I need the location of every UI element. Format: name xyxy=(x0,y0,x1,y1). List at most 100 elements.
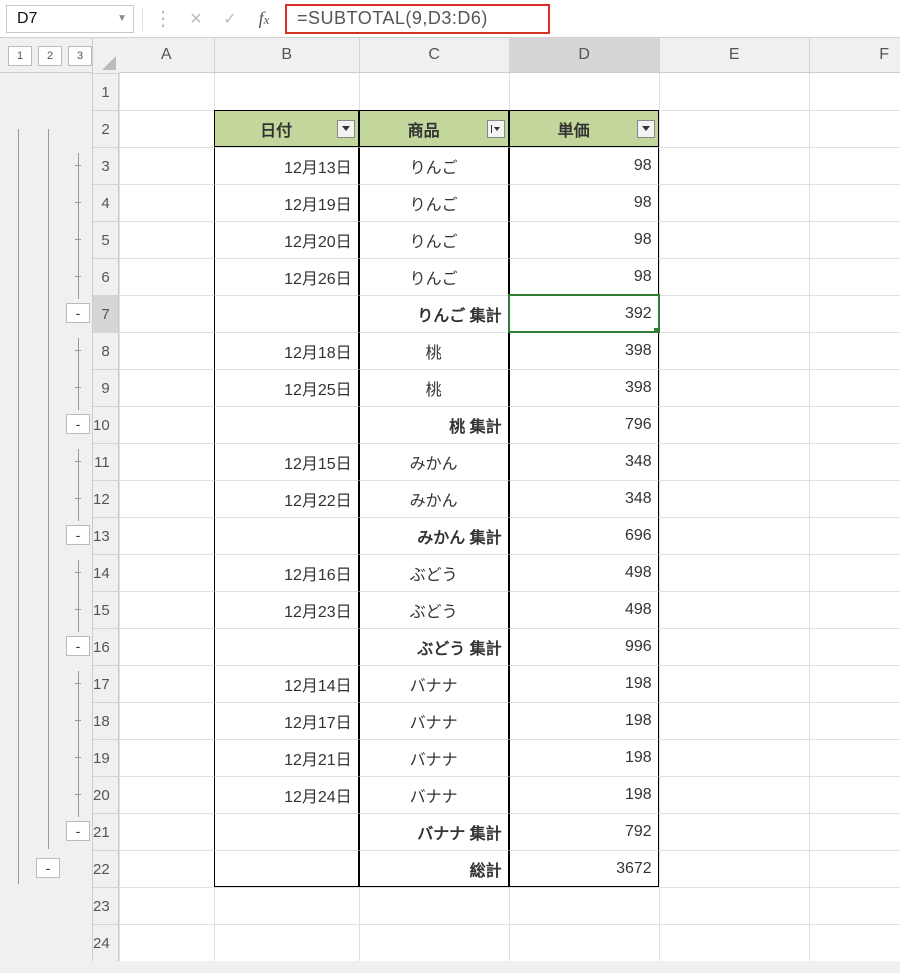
cell-price[interactable]: 198 xyxy=(509,665,659,702)
cell[interactable] xyxy=(659,443,809,480)
cell-product[interactable]: ぶどう 集計 xyxy=(359,628,509,665)
cell[interactable] xyxy=(809,628,900,665)
fx-icon[interactable]: fx xyxy=(251,8,277,29)
cancel-icon[interactable]: ✕ xyxy=(183,9,209,29)
outline-collapse-button[interactable]: - xyxy=(66,303,90,323)
cell-date[interactable]: 12月21日 xyxy=(214,739,359,776)
cell[interactable] xyxy=(809,591,900,628)
row-header[interactable]: 10 xyxy=(93,406,119,443)
cell-date[interactable]: 12月14日 xyxy=(214,665,359,702)
row-header[interactable]: 13 xyxy=(93,517,119,554)
cell[interactable] xyxy=(119,665,214,702)
cell[interactable] xyxy=(119,850,214,887)
cell[interactable] xyxy=(119,332,214,369)
cell[interactable] xyxy=(119,739,214,776)
cell[interactable] xyxy=(659,776,809,813)
cell[interactable] xyxy=(659,665,809,702)
cell-price[interactable]: 98 xyxy=(509,147,659,184)
cell-price[interactable]: 348 xyxy=(509,480,659,517)
row-header[interactable]: 9 xyxy=(93,369,119,406)
cell[interactable] xyxy=(214,73,359,110)
outline-collapse-button[interactable]: - xyxy=(66,636,90,656)
row-header[interactable]: 24 xyxy=(93,924,119,961)
outline-level-3[interactable]: 3 xyxy=(68,46,92,66)
cell[interactable] xyxy=(119,221,214,258)
cell[interactable] xyxy=(119,184,214,221)
cell[interactable] xyxy=(119,517,214,554)
filter-button-sorted[interactable] xyxy=(487,120,505,138)
cell-product[interactable]: みかん xyxy=(359,443,509,480)
outline-collapse-button[interactable]: - xyxy=(66,525,90,545)
cell[interactable] xyxy=(809,406,900,443)
row-header[interactable]: 4 xyxy=(93,184,119,221)
cell[interactable] xyxy=(659,258,809,295)
cell[interactable] xyxy=(659,813,809,850)
outline-level-1[interactable]: 1 xyxy=(8,46,32,66)
cell[interactable] xyxy=(809,221,900,258)
cell[interactable] xyxy=(809,369,900,406)
cell[interactable] xyxy=(659,739,809,776)
cell-price[interactable]: 98 xyxy=(509,258,659,295)
cell-price[interactable]: 398 xyxy=(509,369,659,406)
cell-price[interactable]: 996 xyxy=(509,628,659,665)
cell[interactable] xyxy=(809,813,900,850)
column-header[interactable]: B xyxy=(214,38,359,72)
outline-level-2[interactable]: 2 xyxy=(38,46,62,66)
cell[interactable] xyxy=(809,850,900,887)
column-header[interactable]: F xyxy=(809,38,900,72)
cell-product[interactable]: 桃 集計 xyxy=(359,406,509,443)
cell[interactable] xyxy=(119,591,214,628)
select-all-corner[interactable] xyxy=(93,38,119,73)
row-header[interactable]: 18 xyxy=(93,702,119,739)
cell[interactable] xyxy=(119,480,214,517)
filter-button[interactable] xyxy=(637,120,655,138)
cell-date[interactable]: 12月26日 xyxy=(214,258,359,295)
row-header[interactable]: 22 xyxy=(93,850,119,887)
cell-date[interactable] xyxy=(214,295,359,332)
cell[interactable] xyxy=(119,443,214,480)
cell[interactable] xyxy=(509,887,659,924)
cell-date[interactable]: 12月23日 xyxy=(214,591,359,628)
cell-product[interactable]: みかん xyxy=(359,480,509,517)
header-date[interactable]: 日付 xyxy=(214,110,359,147)
cell[interactable] xyxy=(659,221,809,258)
cell[interactable] xyxy=(659,406,809,443)
cell-product[interactable]: 桃 xyxy=(359,332,509,369)
cell-date[interactable] xyxy=(214,850,359,887)
cell-price[interactable]: 348 xyxy=(509,443,659,480)
cell-date[interactable]: 12月24日 xyxy=(214,776,359,813)
cell[interactable] xyxy=(809,924,900,961)
cell[interactable] xyxy=(119,776,214,813)
cell[interactable] xyxy=(119,295,214,332)
cell[interactable] xyxy=(659,850,809,887)
cell[interactable] xyxy=(359,73,509,110)
cell[interactable] xyxy=(119,258,214,295)
cell[interactable] xyxy=(509,73,659,110)
cell-date[interactable]: 12月20日 xyxy=(214,221,359,258)
row-header[interactable]: 20 xyxy=(93,776,119,813)
cell-product[interactable]: りんご xyxy=(359,258,509,295)
cell-date[interactable] xyxy=(214,813,359,850)
cell-date[interactable]: 12月19日 xyxy=(214,184,359,221)
cell-price[interactable]: 98 xyxy=(509,221,659,258)
cell-price[interactable]: 98 xyxy=(509,184,659,221)
row-header[interactable]: 15 xyxy=(93,591,119,628)
cell[interactable] xyxy=(659,110,809,147)
row-header[interactable]: 14 xyxy=(93,554,119,591)
cell[interactable] xyxy=(359,887,509,924)
cell[interactable] xyxy=(809,443,900,480)
enter-icon[interactable]: ✓ xyxy=(217,9,243,29)
cell-price[interactable]: 398 xyxy=(509,332,659,369)
cell[interactable] xyxy=(809,887,900,924)
cell[interactable] xyxy=(809,147,900,184)
cell-product[interactable]: 桃 xyxy=(359,369,509,406)
cell-product[interactable]: みかん 集計 xyxy=(359,517,509,554)
cell[interactable] xyxy=(809,110,900,147)
cell[interactable] xyxy=(659,295,809,332)
cell[interactable] xyxy=(809,517,900,554)
cell[interactable] xyxy=(119,628,214,665)
cell-product[interactable]: りんご 集計 xyxy=(359,295,509,332)
header-price[interactable]: 単価 xyxy=(509,110,659,147)
cell-product[interactable]: バナナ xyxy=(359,776,509,813)
cell[interactable] xyxy=(659,369,809,406)
